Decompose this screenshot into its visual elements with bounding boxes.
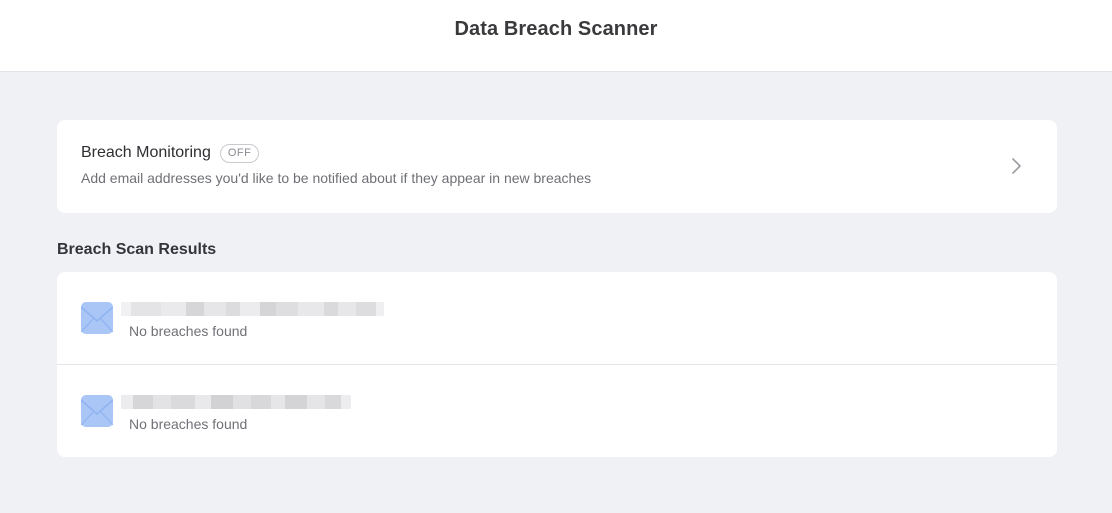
result-text: No breaches found (121, 298, 384, 339)
main-content: Breach Monitoring OFF Add email addresse… (0, 72, 1112, 457)
status-badge: OFF (219, 143, 260, 163)
envelope-icon (81, 395, 113, 427)
result-row[interactable]: No breaches found (57, 364, 1057, 457)
breach-status: No breaches found (129, 322, 248, 339)
redacted-email (121, 298, 384, 320)
result-row[interactable]: No breaches found (57, 272, 1057, 364)
page-title: Data Breach Scanner (454, 18, 658, 40)
breach-monitoring-title-row: Breach Monitoring OFF (81, 143, 591, 163)
redacted-email (121, 391, 351, 413)
envelope-icon (81, 302, 113, 334)
app-header: Data Breach Scanner (0, 0, 1112, 72)
result-text: No breaches found (121, 391, 351, 432)
breach-status: No breaches found (129, 415, 248, 432)
breach-monitoring-subtitle: Add email addresses you'd like to be not… (81, 169, 592, 186)
breach-monitoring-text: Breach Monitoring OFF Add email addresse… (81, 143, 592, 186)
breach-monitoring-title: Breach Monitoring (81, 144, 211, 161)
chevron-right-icon[interactable] (1007, 157, 1025, 175)
breach-monitoring-card[interactable]: Breach Monitoring OFF Add email addresse… (57, 120, 1057, 213)
scan-results-list: No breaches found No breaches found (57, 272, 1057, 457)
scan-results-heading: Breach Scan Results (57, 241, 217, 258)
